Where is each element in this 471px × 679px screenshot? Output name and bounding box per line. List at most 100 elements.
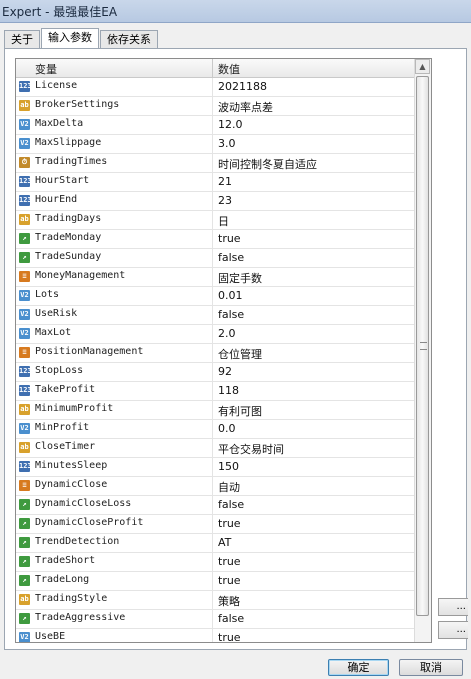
header-value[interactable]: 数值 xyxy=(218,61,240,77)
table-row[interactable]: 123 HourEnd 23 xyxy=(16,192,414,211)
table-row[interactable]: ≡ MoneyManagement 固定手数 xyxy=(16,268,414,287)
param-name: MoneyManagement xyxy=(35,270,126,281)
param-value[interactable]: false xyxy=(218,251,244,264)
table-row[interactable]: ↗ TrendDetection AT xyxy=(16,534,414,553)
vertical-scrollbar[interactable]: ▲ xyxy=(414,59,431,642)
num-type-icon: 123 xyxy=(19,195,32,206)
param-value[interactable]: true xyxy=(218,574,241,587)
param-name: CloseTimer xyxy=(35,441,96,452)
param-value[interactable]: 有利可图 xyxy=(218,403,262,419)
table-row[interactable]: 123 StopLoss 92 xyxy=(16,363,414,382)
param-value[interactable]: false xyxy=(218,612,244,625)
table-row[interactable]: ↗ TradeSunday false xyxy=(16,249,414,268)
param-value[interactable]: 波动率点差 xyxy=(218,99,273,115)
param-value[interactable]: 0.0 xyxy=(218,422,236,435)
param-name: Lots xyxy=(35,289,60,300)
scroll-thumb[interactable] xyxy=(416,76,429,616)
text-type-icon: ab xyxy=(19,594,30,605)
table-row[interactable]: ≡ PositionManagement 仓位管理 xyxy=(16,344,414,363)
scroll-up-icon[interactable]: ▲ xyxy=(415,59,430,74)
param-value[interactable]: true xyxy=(218,555,241,568)
table-row[interactable]: V2 MaxDelta 12.0 xyxy=(16,116,414,135)
dbl-type-icon: V2 xyxy=(19,328,30,339)
param-value[interactable]: 时间控制冬夏自适应 xyxy=(218,156,317,172)
table-row[interactable]: ab TradingStyle 策略 xyxy=(16,591,414,610)
table-row[interactable]: 123 License 2021188 xyxy=(16,78,414,97)
param-value[interactable]: AT xyxy=(218,536,231,549)
ok-button[interactable]: 确定 xyxy=(328,659,389,676)
bool-type-icon: ↗ xyxy=(19,499,30,510)
table-row[interactable]: V2 MaxLot 2.0 xyxy=(16,325,414,344)
table-row[interactable]: V2 UseBE true xyxy=(16,629,414,642)
text-type-icon: ab xyxy=(19,404,30,415)
window-title: Expert - 最强最佳EA xyxy=(2,5,118,19)
table-row[interactable]: ≡ DynamicClose 自动 xyxy=(16,477,414,496)
table-row[interactable]: ↗ DynamicCloseProfit true xyxy=(16,515,414,534)
param-value[interactable]: 自动 xyxy=(218,479,240,495)
param-name: TradeLong xyxy=(35,574,90,585)
num-type-icon: 123 xyxy=(19,81,32,92)
param-name: MinutesSleep xyxy=(35,460,108,471)
param-value[interactable]: true xyxy=(218,631,241,642)
param-value[interactable]: true xyxy=(218,517,241,530)
param-value[interactable]: false xyxy=(218,498,244,511)
table-row[interactable]: ab CloseTimer 平仓交易时间 xyxy=(16,439,414,458)
param-value[interactable]: 固定手数 xyxy=(218,270,262,286)
param-name: StopLoss xyxy=(35,365,84,376)
param-name: MaxSlippage xyxy=(35,137,102,148)
bool-type-icon: ↗ xyxy=(19,537,30,548)
table-row[interactable]: ↗ TradeMonday true xyxy=(16,230,414,249)
text-type-icon: ab xyxy=(19,100,30,111)
table-row[interactable]: 123 TakeProfit 118 xyxy=(16,382,414,401)
table-row[interactable]: V2 Lots 0.01 xyxy=(16,287,414,306)
param-value[interactable]: 12.0 xyxy=(218,118,243,131)
param-value[interactable]: 118 xyxy=(218,384,239,397)
table-row[interactable]: ab MinimumProfit 有利可图 xyxy=(16,401,414,420)
tab-dependencies[interactable]: 依存关系 xyxy=(100,30,158,49)
tab-about[interactable]: 关于 xyxy=(4,30,40,49)
table-row[interactable]: ↗ TradeLong true xyxy=(16,572,414,591)
tab-inputs[interactable]: 输入参数 xyxy=(41,28,99,49)
bool-type-icon: ↗ xyxy=(19,252,30,263)
param-value[interactable]: 150 xyxy=(218,460,239,473)
table-row[interactable]: ⏱ TradingTimes 时间控制冬夏自适应 xyxy=(16,154,414,173)
param-value[interactable]: false xyxy=(218,308,244,321)
table-row[interactable]: V2 MinProfit 0.0 xyxy=(16,420,414,439)
param-value[interactable]: 平仓交易时间 xyxy=(218,441,284,457)
param-value[interactable]: 策略 xyxy=(218,593,240,609)
table-row[interactable]: V2 MaxSlippage 3.0 xyxy=(16,135,414,154)
param-value[interactable]: 0.01 xyxy=(218,289,243,302)
window-titlebar: Expert - 最强最佳EA xyxy=(0,0,471,23)
param-name: MinimumProfit xyxy=(35,403,114,414)
param-value[interactable]: 2.0 xyxy=(218,327,236,340)
param-value[interactable]: 2021188 xyxy=(218,80,267,93)
param-value[interactable]: 92 xyxy=(218,365,232,378)
table-row[interactable]: 123 HourStart 21 xyxy=(16,173,414,192)
param-name: TakeProfit xyxy=(35,384,96,395)
bool-type-icon: ↗ xyxy=(19,556,30,567)
table-row[interactable]: ab TradingDays 日 xyxy=(16,211,414,230)
bool-type-icon: ↗ xyxy=(19,518,30,529)
param-value[interactable]: 日 xyxy=(218,213,229,229)
side-button-load[interactable]: ... xyxy=(438,598,468,616)
param-value[interactable]: 仓位管理 xyxy=(218,346,262,362)
param-value[interactable]: true xyxy=(218,232,241,245)
cancel-button[interactable]: 取消 xyxy=(399,659,463,676)
param-name: PositionManagement xyxy=(35,346,144,357)
text-type-icon: ab xyxy=(19,442,30,453)
param-value[interactable]: 3.0 xyxy=(218,137,236,150)
table-row[interactable]: ↗ TradeShort true xyxy=(16,553,414,572)
table-row[interactable]: ab BrokerSettings 波动率点差 xyxy=(16,97,414,116)
side-button-save[interactable]: ... xyxy=(438,621,468,639)
table-row[interactable]: 123 MinutesSleep 150 xyxy=(16,458,414,477)
table-row[interactable]: ↗ DynamicCloseLoss false xyxy=(16,496,414,515)
header-variable[interactable]: 变量 xyxy=(35,61,57,77)
dbl-type-icon: V2 xyxy=(19,632,30,642)
table-row[interactable]: V2 UseRisk false xyxy=(16,306,414,325)
param-value[interactable]: 23 xyxy=(218,194,232,207)
param-name: License xyxy=(35,80,78,91)
param-value[interactable]: 21 xyxy=(218,175,232,188)
dbl-type-icon: V2 xyxy=(19,119,30,130)
param-name: DynamicCloseProfit xyxy=(35,517,144,528)
table-row[interactable]: ↗ TradeAggressive false xyxy=(16,610,414,629)
